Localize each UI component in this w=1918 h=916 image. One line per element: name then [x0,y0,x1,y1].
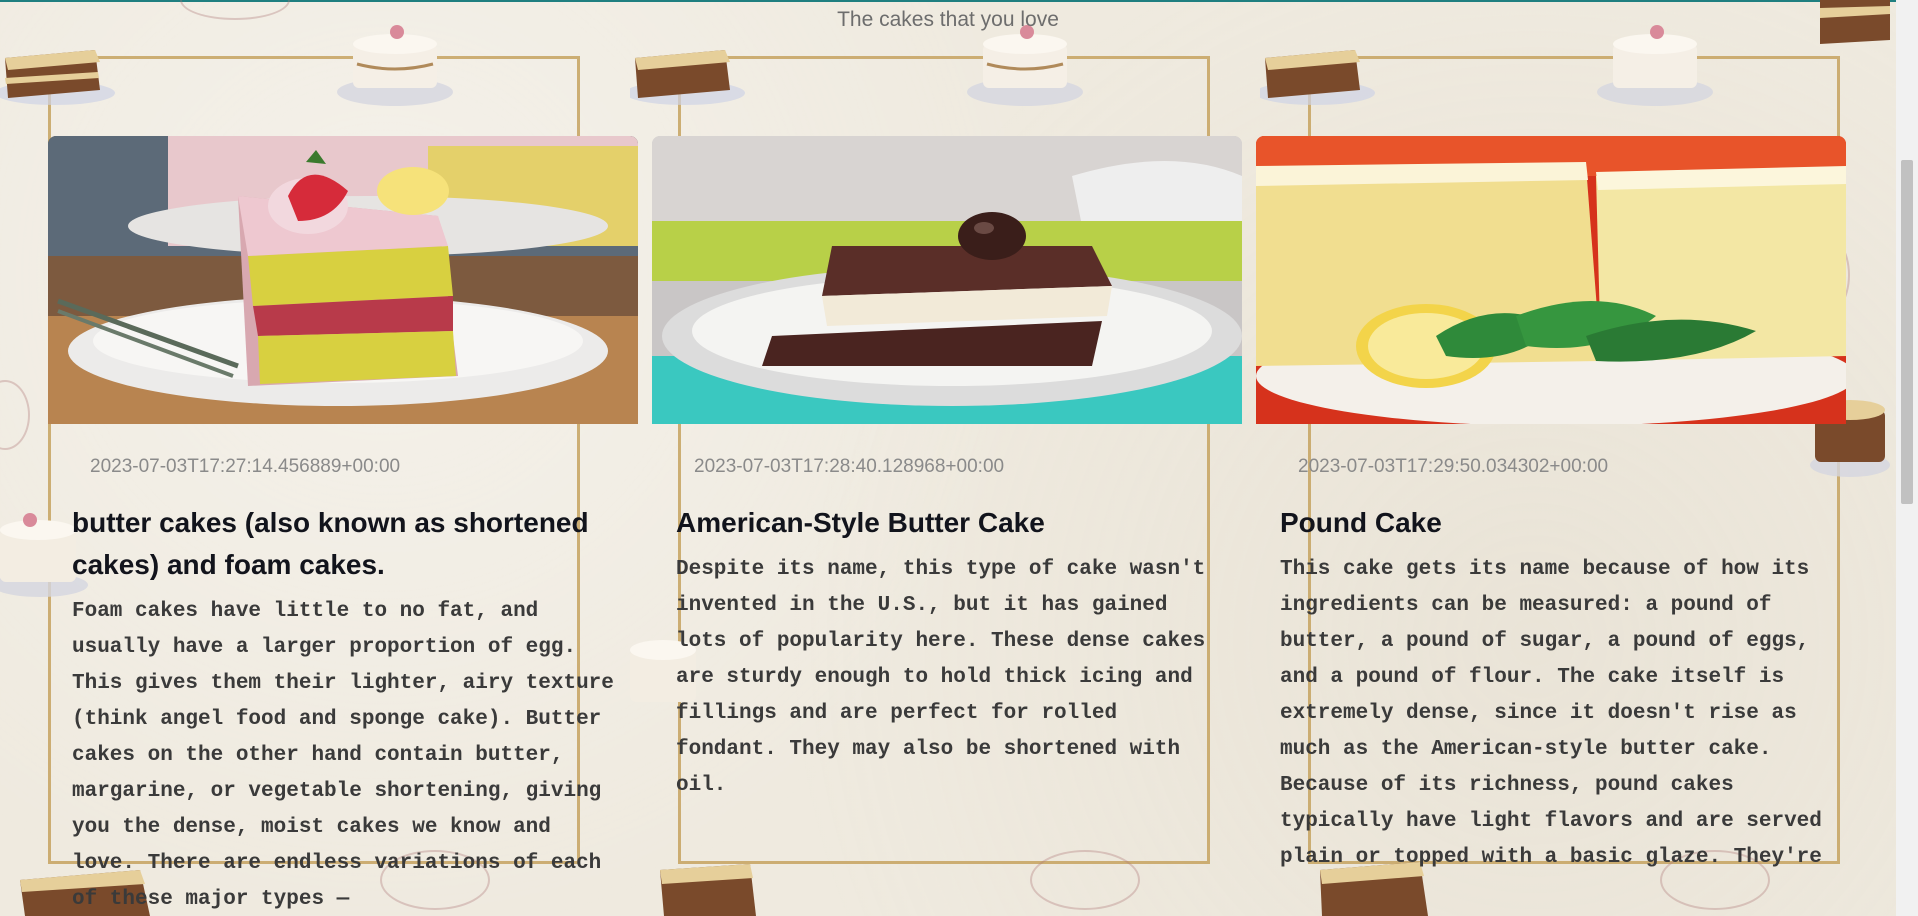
cake-card[interactable]: 2023-07-03T17:27:14.456889+00:00 butter … [48,136,638,916]
card-description: This cake gets its name because of how i… [1280,558,1822,869]
cake-cards-grid: 2023-07-03T17:27:14.456889+00:00 butter … [48,136,1848,916]
page-subtitle: The cakes that you love [837,8,1059,31]
chocolate-cake-photo[interactable] [652,136,1242,424]
card-title[interactable]: Pound Cake [1280,502,1820,544]
cake-slice-icon [1260,50,1375,105]
cake-photo-icon [48,136,638,424]
post-date: 2023-07-03T17:27:14.456889+00:00 [90,456,401,477]
card-title[interactable]: butter cakes (also known as shortened ca… [72,502,612,586]
cake-slice-icon [0,50,115,105]
cake-card[interactable]: 2023-07-03T17:28:40.128968+00:00 America… [652,136,1242,916]
card-title[interactable]: American-Style Butter Cake [676,502,1216,544]
scrollbar-thumb[interactable] [1901,160,1913,504]
post-date: 2023-07-03T17:29:50.034302+00:00 [1298,456,1609,477]
cake-photo-icon [652,136,1242,424]
cake-photo-icon [1256,136,1846,424]
page-scrollbar[interactable] [1896,0,1918,916]
cake-card[interactable]: 2023-07-03T17:29:50.034302+00:00 Pound C… [1256,136,1846,916]
card-description: Foam cakes have little to no fat, and us… [72,600,614,911]
strawberry-layer-cake-photo[interactable] [48,136,638,424]
swirl-decoration [0,380,30,450]
pound-cake-photo[interactable] [1256,136,1846,424]
post-date: 2023-07-03T17:28:40.128968+00:00 [694,456,1005,477]
cake-slice-icon [630,50,745,105]
card-description: Despite its name, this type of cake wasn… [676,558,1206,797]
